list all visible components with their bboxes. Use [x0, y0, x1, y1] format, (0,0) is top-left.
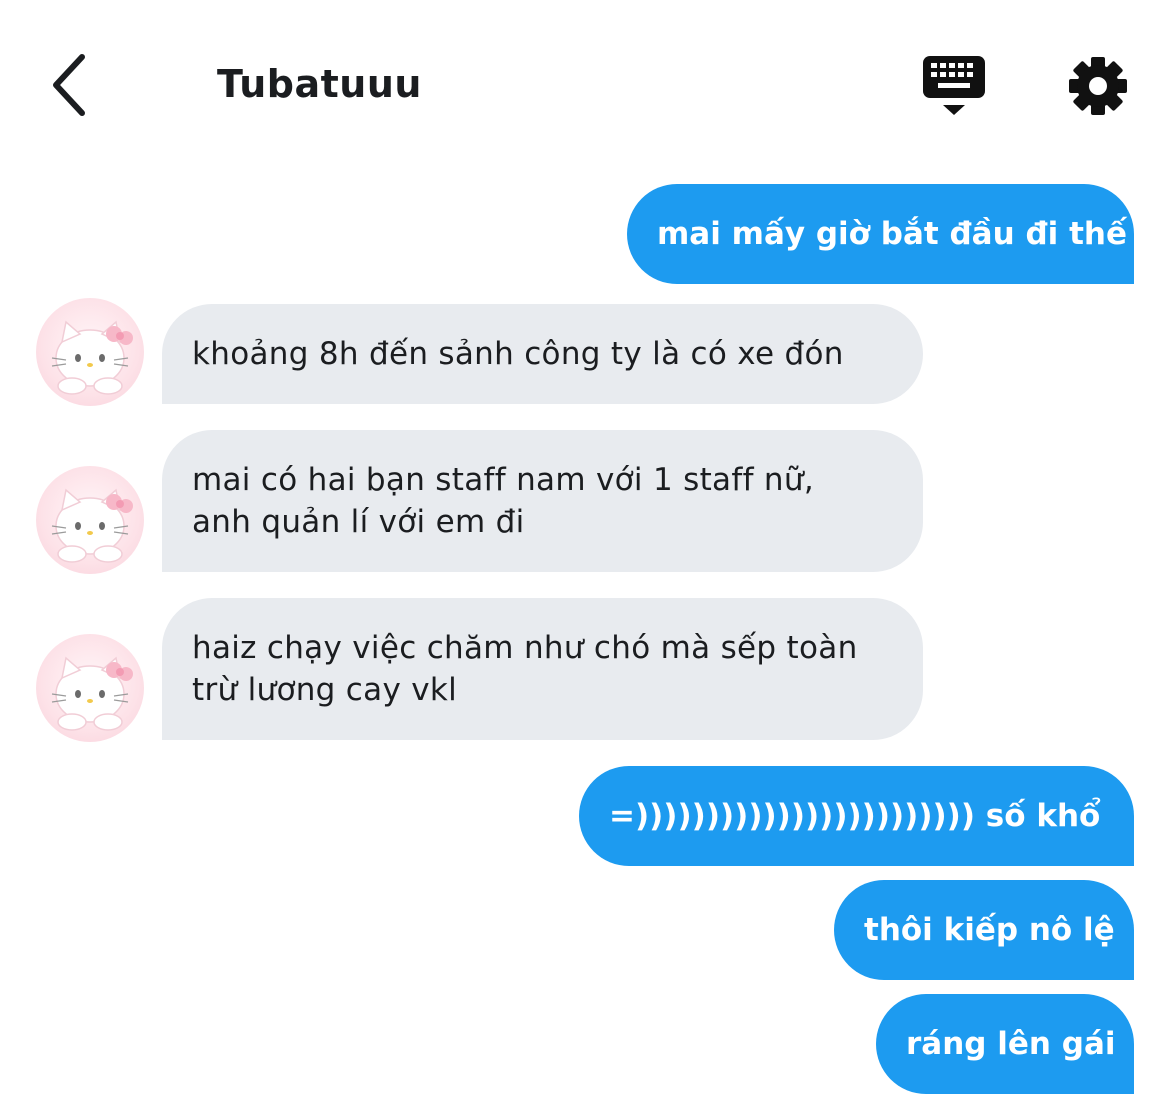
message-text: ráng lên gái	[906, 1026, 1116, 1062]
outgoing-message[interactable]: thôi kiếp nô lệ	[834, 880, 1134, 980]
message-text: mai mấy giờ bắt đầu đi thế	[657, 216, 1127, 252]
contact-avatar[interactable]	[36, 466, 144, 574]
incoming-message[interactable]: mai có hai bạn staff nam với 1 staff nữ,…	[162, 430, 923, 572]
message-text-line: mai có hai bạn staff nam với 1 staff nữ,	[192, 462, 814, 498]
message-text-line: anh quản lí với em đi	[192, 504, 525, 540]
message-text-line: trừ lương cay vkl	[192, 672, 458, 708]
outgoing-message[interactable]: mai mấy giờ bắt đầu đi thế	[627, 184, 1134, 284]
message-text: khoảng 8h đến sảnh công ty là có xe đón	[192, 336, 844, 372]
contact-avatar[interactable]	[36, 634, 144, 742]
message-text-line: haiz chạy việc chăm như chó mà sếp toàn	[192, 630, 858, 666]
hello-kitty-avatar-icon	[51, 488, 133, 563]
message-list: mai mấy giờ bắt đầu đi thế khoảng 8h đến…	[0, 0, 1170, 1099]
hello-kitty-avatar-icon	[51, 656, 133, 731]
outgoing-message[interactable]: ráng lên gái	[876, 994, 1134, 1094]
outgoing-message[interactable]: =)))))))))))))))))))))))) số khổ	[579, 766, 1134, 866]
message-text: =)))))))))))))))))))))))) số khổ	[609, 798, 1101, 834]
contact-avatar[interactable]	[36, 298, 144, 406]
incoming-message[interactable]: haiz chạy việc chăm như chó mà sếp toàn …	[162, 598, 923, 740]
message-text: thôi kiếp nô lệ	[864, 912, 1115, 948]
hello-kitty-avatar-icon	[51, 320, 133, 395]
incoming-message[interactable]: khoảng 8h đến sảnh công ty là có xe đón	[162, 304, 923, 404]
